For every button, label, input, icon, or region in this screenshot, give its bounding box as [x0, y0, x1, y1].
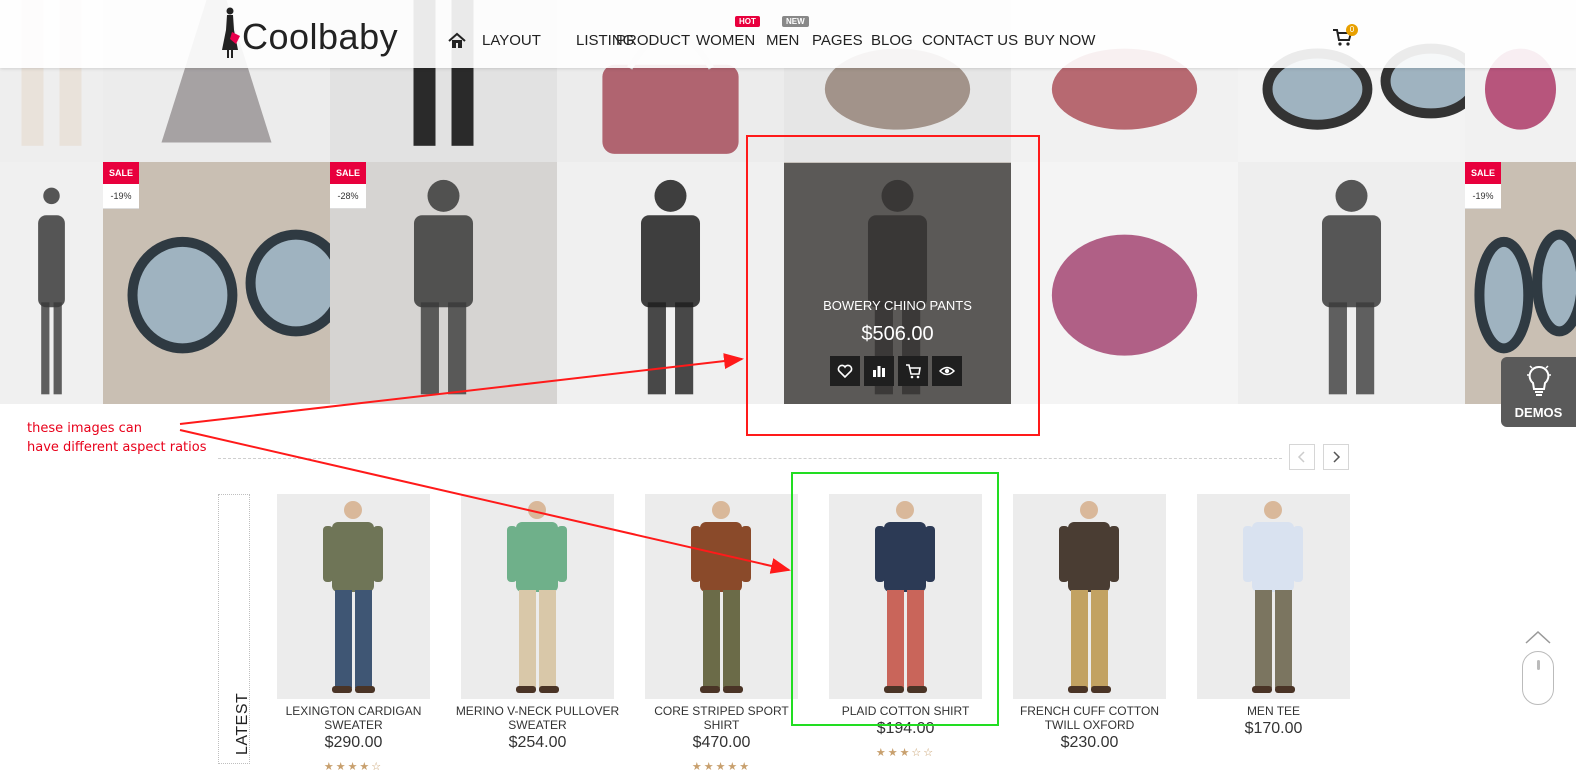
annotation-line-1: these images can — [27, 421, 142, 436]
scroll-mouse-icon — [1522, 651, 1554, 705]
annotation-arrows — [179, 353, 791, 574]
mouse-wheel — [1537, 660, 1540, 670]
annotation-note: these images can have different aspect r… — [27, 419, 217, 457]
annotation-line-2: have different aspect ratios — [27, 440, 207, 455]
scroll-top-icon[interactable] — [1524, 629, 1552, 645]
